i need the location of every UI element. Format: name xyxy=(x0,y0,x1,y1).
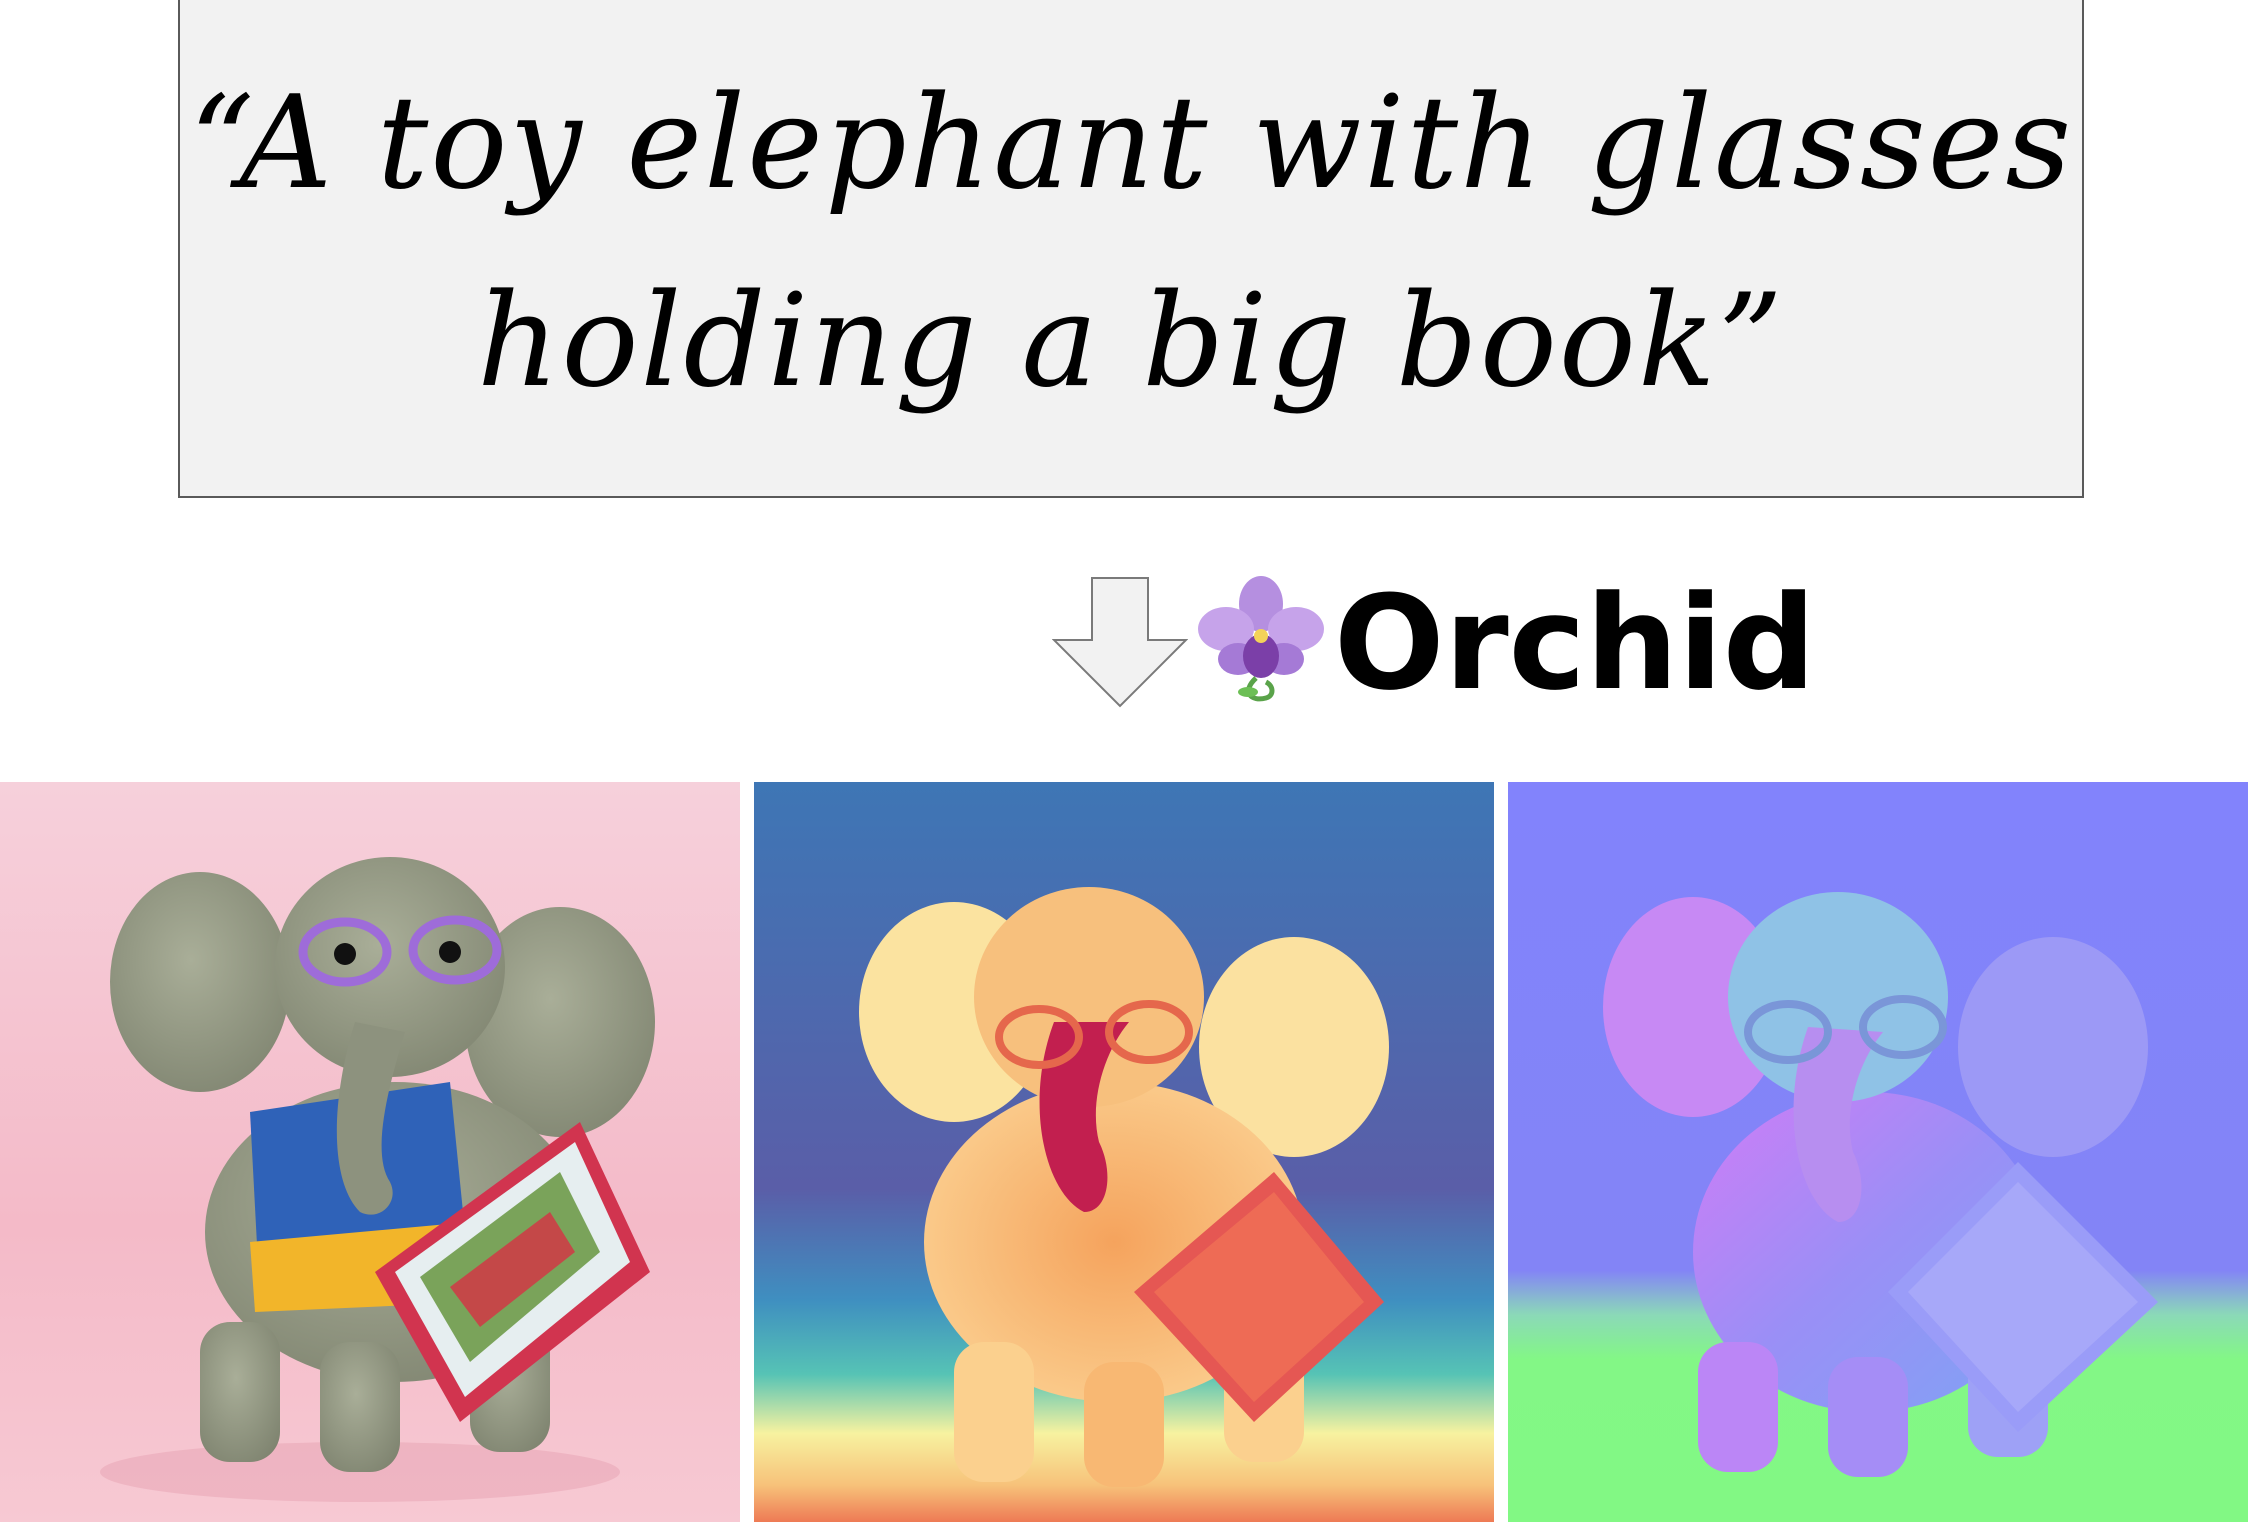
normal-output-image xyxy=(1508,782,2248,1522)
elephant-normal-map xyxy=(1508,782,2248,1522)
elephant-rgb-image xyxy=(0,782,740,1522)
model-name: Orchid xyxy=(1334,567,1816,719)
elephant-depth-map xyxy=(754,782,1494,1522)
down-arrow-icon xyxy=(1052,577,1188,708)
prompt-box: “A toy elephant with glasses holding a b… xyxy=(178,0,2084,498)
prompt-line-2: holding a big book” xyxy=(477,267,1785,416)
orchid-flower-icon xyxy=(1198,576,1324,702)
depth-output-image xyxy=(754,782,1494,1522)
prompt-line-1: “A toy elephant with glasses xyxy=(188,69,2074,218)
rgb-output-image xyxy=(0,782,740,1522)
